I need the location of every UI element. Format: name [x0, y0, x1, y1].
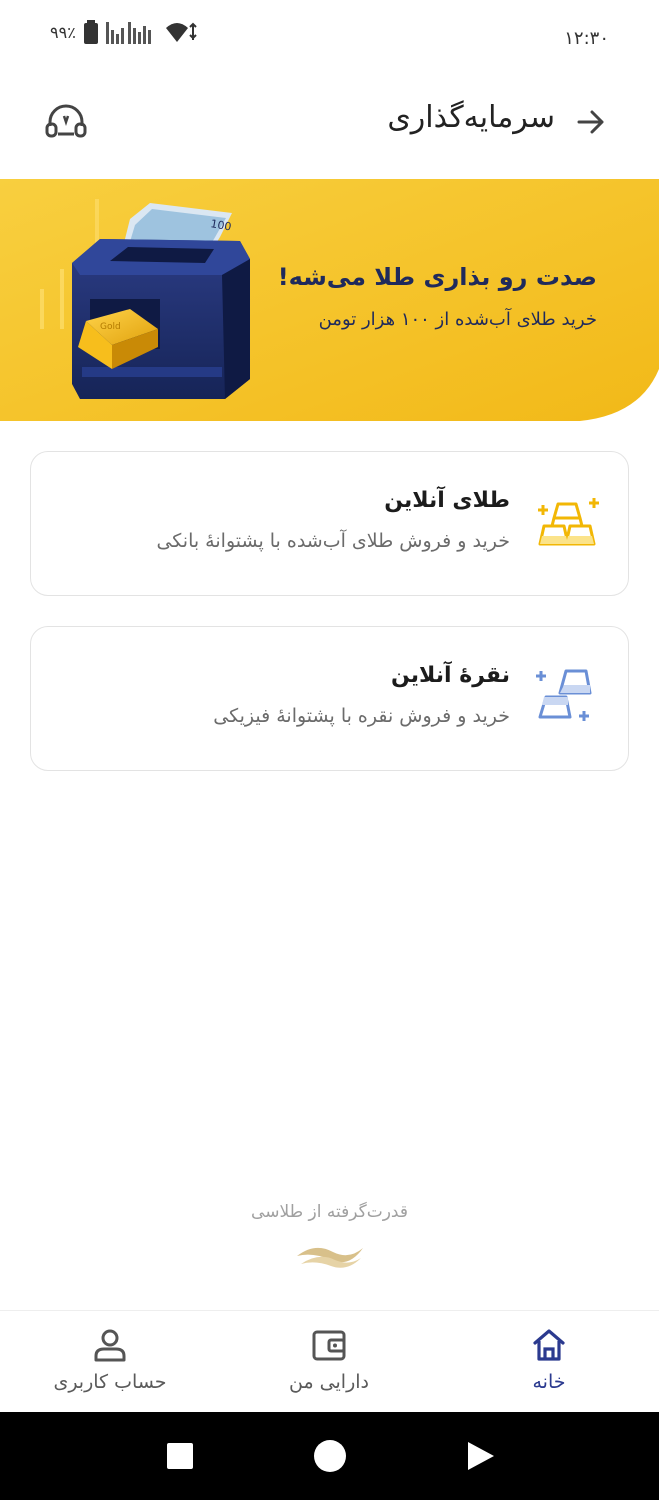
- nav-item-home[interactable]: خانه: [449, 1311, 649, 1413]
- page-header: سرمایه‌گذاری: [0, 90, 659, 160]
- online-gold-card[interactable]: طلای آنلاین خرید و فروش طلای آب‌شده با پ…: [30, 451, 629, 596]
- system-recent-apps-icon[interactable]: [162, 1438, 198, 1474]
- signal-icon: [105, 22, 151, 44]
- battery-icon: [83, 20, 98, 44]
- banner-background: 100 Gold: [0, 179, 659, 421]
- card-title: طلای آنلاین: [384, 488, 510, 513]
- powered-by-text: قدرت‌گرفته از طلاسی: [251, 1202, 408, 1222]
- arrow-right-icon: [577, 110, 604, 134]
- system-navigation-bar: [0, 1412, 659, 1500]
- wifi-icon: [165, 22, 197, 42]
- status-indicators: ۹۹٪: [50, 20, 198, 44]
- battery-percentage: ۹۹٪: [50, 22, 76, 42]
- system-home-icon[interactable]: [312, 1438, 348, 1474]
- nav-item-profile[interactable]: حساب کاربری: [10, 1311, 210, 1413]
- card-title: نقرهٔ آنلاین: [391, 663, 510, 688]
- wallet-icon: [312, 1330, 346, 1361]
- system-back-icon[interactable]: [462, 1438, 498, 1474]
- gold-bar-text: Gold: [100, 322, 121, 332]
- status-time: ۱۲:۳۰: [564, 28, 609, 49]
- nav-label-home: خانه: [532, 1371, 566, 1393]
- promo-banner[interactable]: 100 Gold صدت رو بذاری طلا می‌شه! خرید طل…: [0, 179, 659, 421]
- back-button[interactable]: [571, 102, 611, 142]
- user-icon: [94, 1329, 126, 1362]
- support-button[interactable]: [44, 102, 88, 142]
- status-bar: ۹۹٪ ۱۲:۳۰: [0, 0, 659, 70]
- page-title: سرمایه‌گذاری: [387, 100, 555, 135]
- talasi-logo-icon: [297, 1247, 363, 1268]
- gold-box-illustration: Gold: [72, 239, 250, 399]
- banner-subtitle: خرید طلای آب‌شده از ۱۰۰ هزار تومن: [318, 309, 597, 330]
- headset-support-icon: [45, 104, 87, 138]
- gold-bars-icon: [538, 498, 599, 546]
- card-subtitle: خرید و فروش نقره با پشتوانهٔ فیزیکی: [213, 705, 510, 727]
- bottom-navigation: خانه دارایی من حساب کاربری: [0, 1310, 659, 1412]
- nav-label-profile: حساب کاربری: [53, 1371, 167, 1393]
- online-silver-card[interactable]: نقرهٔ آنلاین خرید و فروش نقره با پشتوانه…: [30, 626, 629, 771]
- home-icon: [533, 1329, 565, 1361]
- silver-bars-icon: [536, 669, 592, 721]
- banner-title: صدت رو بذاری طلا می‌شه!: [277, 263, 597, 291]
- nav-label-assets: دارایی من: [289, 1371, 369, 1393]
- card-subtitle: خرید و فروش طلای آب‌شده با پشتوانهٔ بانک…: [156, 530, 510, 552]
- nav-item-assets[interactable]: دارایی من: [229, 1311, 429, 1413]
